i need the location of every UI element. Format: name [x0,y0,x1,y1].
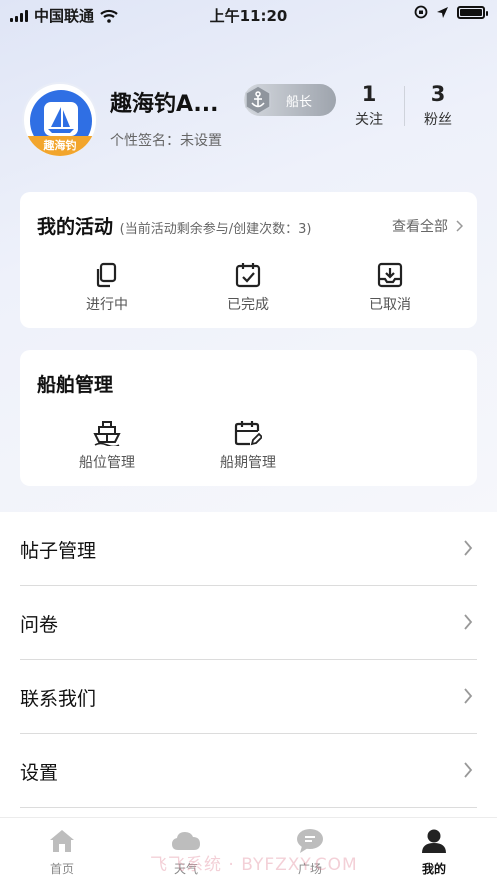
activity-cancelled-label: 已取消 [369,297,411,313]
ship-icon [93,421,121,446]
activity-in-progress[interactable]: 进行中 [57,262,157,314]
following-label: 关注 [355,112,383,128]
avatar-brand-label: 趣海钓 [24,136,96,156]
signature: 个性签名：未设置 [110,133,222,149]
activity-in-progress-label: 进行中 [86,297,128,313]
ship-management-card: 船舶管理 船位管理 船期管理 [20,350,477,486]
chevron-right-icon [456,220,463,232]
followers-count: 3 [430,82,446,106]
menu-item-posts[interactable]: 帖子管理 [20,512,477,586]
inbox-download-icon [377,262,403,288]
rank-label: 船长 [286,94,313,110]
copy-icon [96,262,117,288]
menu-item-label: 设置 [20,762,59,784]
menu-item-contact[interactable]: 联系我们 [20,660,477,734]
berth-management[interactable]: 船位管理 [57,420,157,472]
home-icon [50,830,74,852]
following-stat[interactable]: 1 关注 [344,82,394,129]
watermark: 飞飞系统 · BYFZXY.COM [150,855,358,875]
tab-mine[interactable]: 我的 [394,828,474,877]
menu-item-survey[interactable]: 问卷 [20,586,477,660]
nickname: 趣海钓A... [110,92,219,117]
profile-header: 趣海钓 趣海钓A... 船长 个性签名：未设置 1 关注 3 粉丝 [22,82,482,162]
anchor-badge-icon [245,85,271,115]
activities-card: 我的活动 (当前活动剩余参与/创建次数：3) 查看全部 进行中 已完成 已取消 [20,192,477,328]
stat-divider [404,86,405,126]
location-icon [437,6,448,18]
status-bar: 中国联通 上午11:20 [0,0,497,30]
followers-stat[interactable]: 3 粉丝 [413,82,463,129]
activity-cancelled[interactable]: 已取消 [340,262,440,314]
battery-icon [457,5,488,19]
activities-quota-note: (当前活动剩余参与/创建次数：3) [119,222,312,237]
settings-menu: 帖子管理 问卷 联系我们 设置 [0,512,497,808]
activity-completed-label: 已完成 [227,297,269,313]
calendar-check-icon [235,263,261,288]
avatar[interactable]: 趣海钓 [22,82,98,158]
berth-management-label: 船位管理 [79,455,135,471]
activity-completed[interactable]: 已完成 [198,262,298,314]
followers-label: 粉丝 [424,112,452,128]
activities-title-text: 我的活动 [37,216,114,238]
menu-item-settings[interactable]: 设置 [20,734,477,808]
rank-badge: 船长 [244,84,336,116]
chevron-right-icon [464,540,473,556]
activities-title: 我的活动 (当前活动剩余参与/创建次数：3) [37,212,311,239]
tab-home[interactable]: 首页 [22,828,102,877]
orientation-lock-icon [414,5,428,19]
chevron-right-icon [464,688,473,704]
chevron-right-icon [464,614,473,630]
schedule-management-label: 船期管理 [220,455,276,471]
see-all-label: 查看全部 [392,219,448,235]
ship-management-title: 船舶管理 [37,374,114,396]
chevron-right-icon [464,762,473,778]
menu-item-label: 联系我们 [20,688,97,710]
following-count: 1 [361,82,377,106]
calendar-edit-icon [234,421,262,446]
menu-item-label: 问卷 [20,614,59,636]
tab-home-label: 首页 [49,862,74,876]
tab-mine-label: 我的 [421,862,446,876]
schedule-management[interactable]: 船期管理 [198,420,298,472]
user-icon [422,829,446,853]
see-all-link[interactable]: 查看全部 [392,216,463,236]
menu-item-label: 帖子管理 [20,540,97,562]
